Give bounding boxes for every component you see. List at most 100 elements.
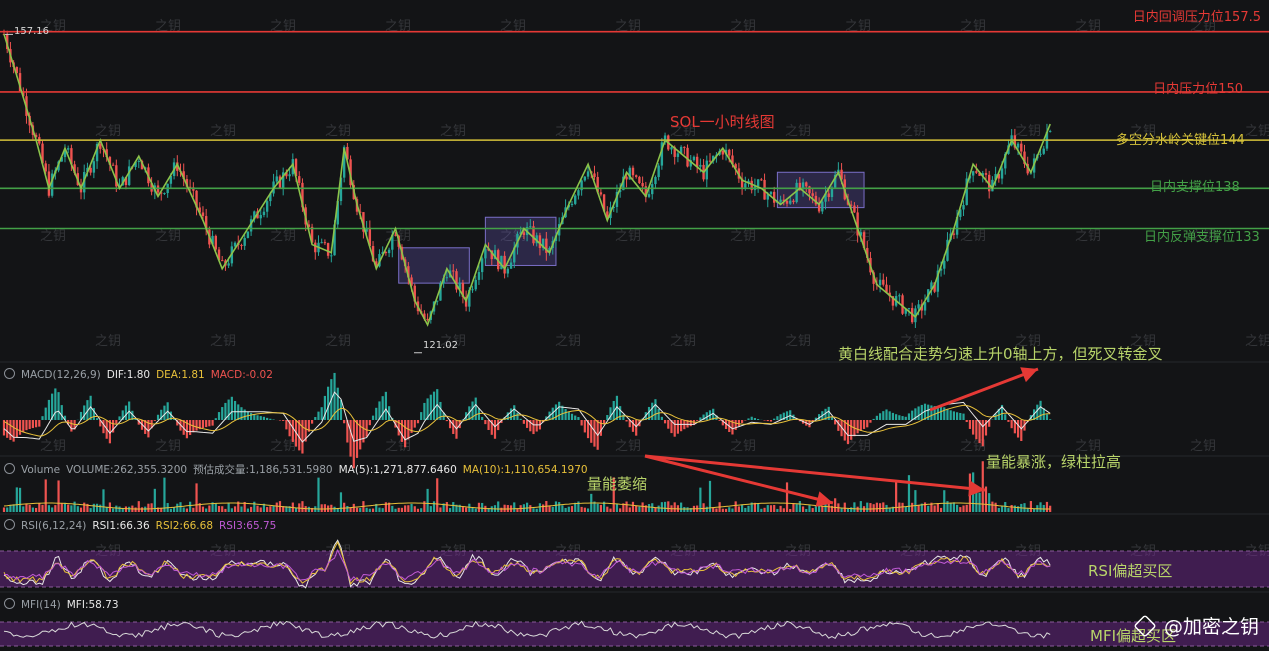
macd-histogram-bar (570, 413, 574, 420)
macd-histogram-bar (946, 408, 949, 420)
macd-histogram-bar (60, 405, 63, 420)
macd-histogram-bar (583, 420, 586, 433)
macd-histogram-bar (580, 420, 583, 426)
candle-body (654, 177, 657, 185)
macd-histogram-bar (493, 420, 497, 439)
candle-body (570, 203, 574, 205)
macd-histogram-bar (785, 411, 789, 420)
macd-histogram-bar (327, 386, 330, 420)
bell-icon[interactable] (4, 598, 15, 609)
watermark-text: 之钥 (785, 124, 811, 139)
volume-bar (965, 504, 968, 512)
candle-body (577, 190, 580, 196)
watermark-text: 之钥 (730, 439, 756, 454)
volume-bar (811, 508, 814, 512)
candle-body (522, 232, 526, 236)
macd-histogram-bar (320, 407, 323, 420)
candle-body (163, 193, 166, 195)
candle-body (657, 165, 660, 178)
macd-histogram-bar (368, 420, 371, 426)
macd-histogram-bar (47, 399, 51, 420)
volume-bar (47, 505, 51, 512)
macd-histogram-bar (773, 418, 776, 420)
volume-bar (789, 508, 792, 512)
volume-bar (99, 504, 102, 512)
macd-histogram-bar (31, 420, 34, 429)
macd-histogram-bar (208, 420, 211, 427)
candle-body (744, 183, 747, 188)
volume-bar (323, 504, 327, 512)
macd-histogram-bar (9, 420, 12, 440)
macd-histogram-bar (336, 387, 339, 420)
macd-histogram-bar (400, 420, 404, 442)
candle-body (89, 167, 92, 173)
macd-histogram-bar (696, 420, 699, 421)
volume-bar (734, 501, 737, 512)
candle-body (1039, 153, 1042, 155)
macd-histogram-bar (680, 420, 683, 432)
candle-body (827, 193, 830, 198)
volume-bar (221, 506, 224, 512)
volume-bar (1029, 501, 1033, 512)
bell-icon[interactable] (4, 463, 15, 474)
watermark-text: 之钥 (555, 124, 581, 139)
candle-body (647, 194, 651, 197)
macd-histogram-bar (233, 400, 237, 420)
macd-histogram-bar (891, 412, 895, 420)
watermark-text: 之钥 (960, 229, 986, 244)
volume-estimate: 预估成交量:1,186,531.5980 (193, 464, 333, 476)
volume-bar (869, 503, 872, 512)
volume-bar (561, 505, 564, 512)
macd-histogram-bar (349, 420, 352, 457)
candle-body (259, 215, 262, 219)
candle-body (583, 176, 587, 181)
volume-bar (79, 507, 83, 512)
candle-body (676, 153, 680, 157)
volume-bar (933, 505, 936, 512)
volume-bar (150, 503, 153, 512)
candle-body (1016, 143, 1020, 148)
volume-bar (564, 508, 567, 512)
volume-bar (28, 504, 31, 512)
volume-bar (201, 506, 205, 512)
volume-bar (394, 508, 397, 512)
volume-bar (365, 507, 368, 512)
volume-bar (936, 503, 939, 512)
volume-bar (766, 505, 769, 512)
macd-histogram-bar (654, 399, 657, 420)
volume-bar (134, 507, 137, 512)
candle-body (262, 211, 266, 216)
volume-bar (798, 501, 801, 512)
volume-bar (580, 506, 583, 512)
macd-histogram-bar (593, 420, 596, 447)
candle-body (708, 160, 712, 162)
macd-histogram-bar (156, 414, 160, 420)
macd-histogram-bar (1049, 419, 1052, 420)
macd-histogram-bar (882, 411, 885, 420)
volume-bar (500, 507, 503, 512)
volume-bar (34, 507, 38, 512)
volume-bar (269, 506, 272, 512)
bell-icon[interactable] (4, 368, 15, 379)
watermark-text: 之钥 (40, 439, 66, 454)
volume-bar (737, 506, 740, 512)
bell-icon[interactable] (4, 519, 15, 530)
macd-histogram-bar (968, 420, 972, 429)
volume-bar (41, 504, 44, 512)
rsi-annotation: RSI偏超买区 (1088, 562, 1173, 580)
macd-histogram-bar (285, 420, 288, 430)
candles-layer (2, 29, 1052, 329)
macd-annotation: 黄白线配合走势匀速上升0轴上方，但死叉转金叉 (838, 345, 1163, 363)
volume-bar (31, 507, 34, 512)
volume-bar (1010, 504, 1013, 512)
macd-histogram-bar (959, 413, 962, 420)
candle-body (789, 200, 792, 204)
rsi-overbought-zone (0, 551, 1269, 587)
volume-bar (654, 507, 657, 512)
macd-histogram-bar (221, 407, 224, 420)
macd-histogram-bar (850, 420, 853, 440)
macd-histogram-bar (259, 416, 262, 420)
candle-body (882, 279, 885, 285)
volume-bar (474, 508, 477, 512)
macd-histogram-bar (673, 420, 676, 437)
